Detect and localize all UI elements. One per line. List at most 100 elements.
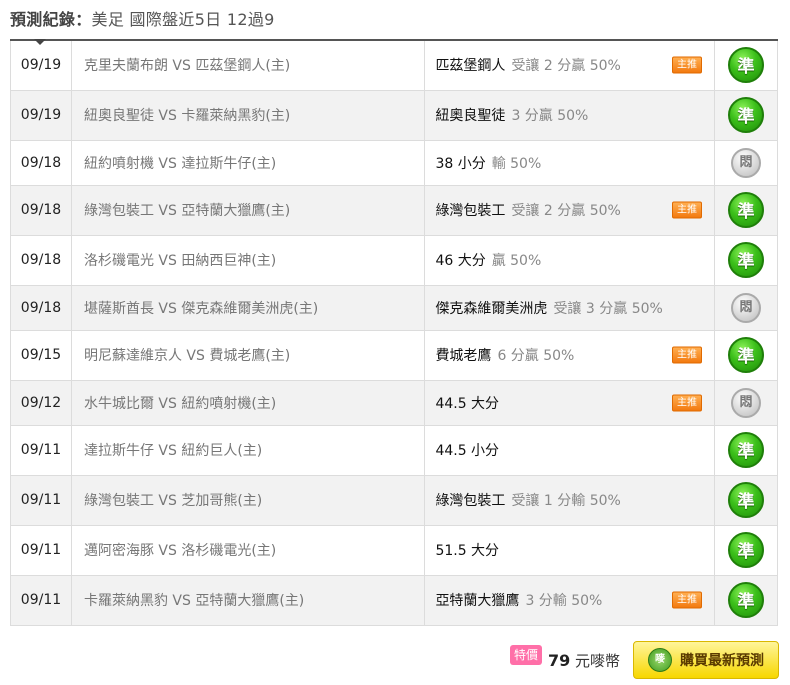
correct-badge-icon: 準	[728, 242, 765, 278]
pick-team: 綠灣包裝工	[435, 203, 506, 219]
result-status: 悶	[714, 284, 778, 331]
header-summary: 美足 國際盤近5日 12過9	[91, 10, 275, 29]
prediction-pick: 綠灣包裝工 受讓 2 分贏 50% 主推	[424, 184, 716, 236]
header-caret-icon	[34, 39, 46, 45]
result-status: 準	[714, 329, 778, 381]
sale-badge: 特價	[510, 645, 543, 665]
pick-result: 3 分輸 50%	[525, 593, 603, 609]
prediction-pick: 綠灣包裝工 受讓 1 分輸 50%	[424, 474, 716, 526]
match-teams: 達拉斯牛仔 VS 紐約巨人(主)	[70, 424, 426, 476]
match-date: 09/18	[10, 184, 72, 236]
pick-result: 3 分贏 50%	[511, 108, 589, 124]
prediction-pick: 51.5 大分	[424, 524, 716, 576]
table-row: 09/15 明尼蘇達維京人 VS 費城老鷹(主) 費城老鷹 6 分贏 50% 主推 準	[10, 329, 778, 381]
table-row: 09/11 卡羅萊納黑豹 VS 亞特蘭大獵鷹(主) 亞特蘭大獵鷹 3 分輸 50% 主推…	[10, 574, 778, 626]
prediction-pick: 38 小分輸 50%	[424, 139, 716, 186]
match-teams: 紐奧良聖徒 VS 卡羅萊納黑豹(主)	[70, 89, 426, 141]
main-pick-badge: 主推	[672, 394, 703, 411]
push-badge-icon: 悶	[731, 292, 762, 323]
buy-button-label: 購買最新預測	[680, 653, 764, 669]
push-badge-icon: 悶	[731, 387, 762, 418]
pick-team: 44.5 小分	[435, 443, 500, 459]
match-teams: 明尼蘇達維京人 VS 費城老鷹(主)	[70, 329, 426, 381]
prediction-pick: 匹茲堡鋼人 受讓 2 分贏 50% 主推	[424, 39, 716, 91]
prediction-pick: 紐奧良聖徒 3 分贏 50%	[424, 89, 716, 141]
table-row: 09/19 克里夫蘭布朗 VS 匹茲堡鋼人(主) 匹茲堡鋼人 受讓 2 分贏 50% 主…	[10, 39, 778, 91]
result-status: 悶	[714, 379, 778, 426]
match-teams: 堪薩斯酋長 VS 傑克森維爾美洲虎(主)	[70, 284, 426, 331]
main-pick-badge: 主推	[672, 56, 703, 74]
table-row: 09/11 達拉斯牛仔 VS 紐約巨人(主) 44.5 小分 準	[10, 424, 778, 476]
main-pick-badge: 主推	[672, 591, 703, 609]
table-row: 09/18 紐約噴射機 VS 達拉斯牛仔(主) 38 小分輸 50% 悶	[10, 139, 778, 186]
correct-badge-icon: 準	[728, 582, 765, 618]
pick-team: 匹茲堡鋼人	[435, 58, 506, 75]
table-row: 09/12 水牛城比爾 VS 紐約噴射機(主) 44.5 大分 主推 悶	[10, 379, 778, 426]
result-status: 準	[714, 574, 778, 626]
price-label: 79 元嘜幣	[548, 650, 620, 671]
match-date: 09/11	[10, 574, 72, 626]
table-row: 09/18 洛杉磯電光 VS 田納西巨神(主) 46 大分贏 50% 準	[10, 234, 778, 286]
match-teams: 邁阿密海豚 VS 洛杉磯電光(主)	[70, 524, 426, 576]
pick-team: 38 小分	[435, 155, 486, 172]
match-date: 09/18	[10, 284, 72, 331]
match-teams: 綠灣包裝工 VS 亞特蘭大獵鷹(主)	[70, 184, 426, 236]
result-status: 準	[714, 524, 778, 576]
match-date: 09/15	[10, 329, 72, 381]
pick-team: 傑克森維爾美洲虎	[435, 300, 548, 317]
prediction-pick: 44.5 小分	[424, 424, 716, 476]
correct-badge-icon: 準	[728, 47, 765, 84]
price-unit: 元嘜幣	[575, 652, 621, 670]
pick-team: 51.5 大分	[435, 543, 500, 559]
pick-result: 受讓 2 分贏 50%	[511, 203, 621, 219]
prediction-pick: 傑克森維爾美洲虎 受讓 3 分贏 50%	[424, 284, 716, 331]
match-date: 09/18	[10, 234, 72, 286]
result-status: 準	[714, 234, 778, 286]
table-row: 09/18 綠灣包裝工 VS 亞特蘭大獵鷹(主) 綠灣包裝工 受讓 2 分贏 50% 主…	[10, 184, 778, 236]
match-date: 09/11	[10, 474, 72, 526]
result-status: 準	[714, 89, 778, 141]
table-row: 09/19 紐奧良聖徒 VS 卡羅萊納黑豹(主) 紐奧良聖徒 3 分贏 50% 準	[10, 89, 778, 141]
match-teams: 綠灣包裝工 VS 芝加哥熊(主)	[70, 474, 426, 526]
match-teams: 卡羅萊納黑豹 VS 亞特蘭大獵鷹(主)	[70, 574, 426, 626]
match-date: 09/11	[10, 424, 72, 476]
result-status: 準	[714, 424, 778, 476]
match-date: 09/19	[10, 39, 72, 91]
push-badge-icon: 悶	[731, 147, 762, 178]
prediction-pick: 費城老鷹 6 分贏 50% 主推	[424, 329, 716, 381]
match-date: 09/12	[10, 379, 72, 426]
pick-result: 受讓 1 分輸 50%	[511, 493, 621, 509]
pick-team: 費城老鷹	[435, 348, 492, 364]
table-row: 09/11 邁阿密海豚 VS 洛杉磯電光(主) 51.5 大分 準	[10, 524, 778, 576]
pick-result: 贏 50%	[491, 253, 542, 269]
main-pick-badge: 主推	[672, 346, 703, 364]
correct-badge-icon: 準	[728, 97, 765, 133]
result-status: 準	[714, 474, 778, 526]
pick-result: 受讓 2 分贏 50%	[511, 58, 621, 75]
buy-latest-prediction-button[interactable]: 嘜 購買最新預測	[633, 641, 779, 679]
correct-badge-icon: 準	[728, 482, 765, 518]
page-title: 預測紀錄：美足 國際盤近5日 12過9	[10, 6, 275, 30]
pick-result: 輸 50%	[491, 155, 542, 172]
prediction-table: 09/19 克里夫蘭布朗 VS 匹茲堡鋼人(主) 匹茲堡鋼人 受讓 2 分贏 50% 主…	[10, 39, 778, 626]
prediction-pick: 亞特蘭大獵鷹 3 分輸 50% 主推	[424, 574, 716, 626]
pick-result: 6 分贏 50%	[497, 348, 575, 364]
match-teams: 紐約噴射機 VS 達拉斯牛仔(主)	[70, 139, 426, 186]
result-status: 準	[714, 39, 778, 91]
pick-team: 44.5 大分	[435, 395, 500, 412]
correct-badge-icon: 準	[728, 432, 765, 468]
table-row: 09/18 堪薩斯酋長 VS 傑克森維爾美洲虎(主) 傑克森維爾美洲虎 受讓 3 分贏…	[10, 284, 778, 331]
result-status: 悶	[714, 139, 778, 186]
pick-result: 受讓 3 分贏 50%	[553, 300, 663, 317]
correct-badge-icon: 準	[728, 337, 765, 373]
price-value: 79	[548, 651, 571, 670]
table-row: 09/11 綠灣包裝工 VS 芝加哥熊(主) 綠灣包裝工 受讓 1 分輸 50% 準	[10, 474, 778, 526]
prediction-pick: 46 大分贏 50%	[424, 234, 716, 286]
match-date: 09/18	[10, 139, 72, 186]
prediction-pick: 44.5 大分 主推	[424, 379, 716, 426]
match-date: 09/11	[10, 524, 72, 576]
correct-badge-icon: 準	[728, 532, 765, 568]
coin-icon: 嘜	[648, 648, 672, 672]
result-status: 準	[714, 184, 778, 236]
correct-badge-icon: 準	[728, 192, 765, 228]
